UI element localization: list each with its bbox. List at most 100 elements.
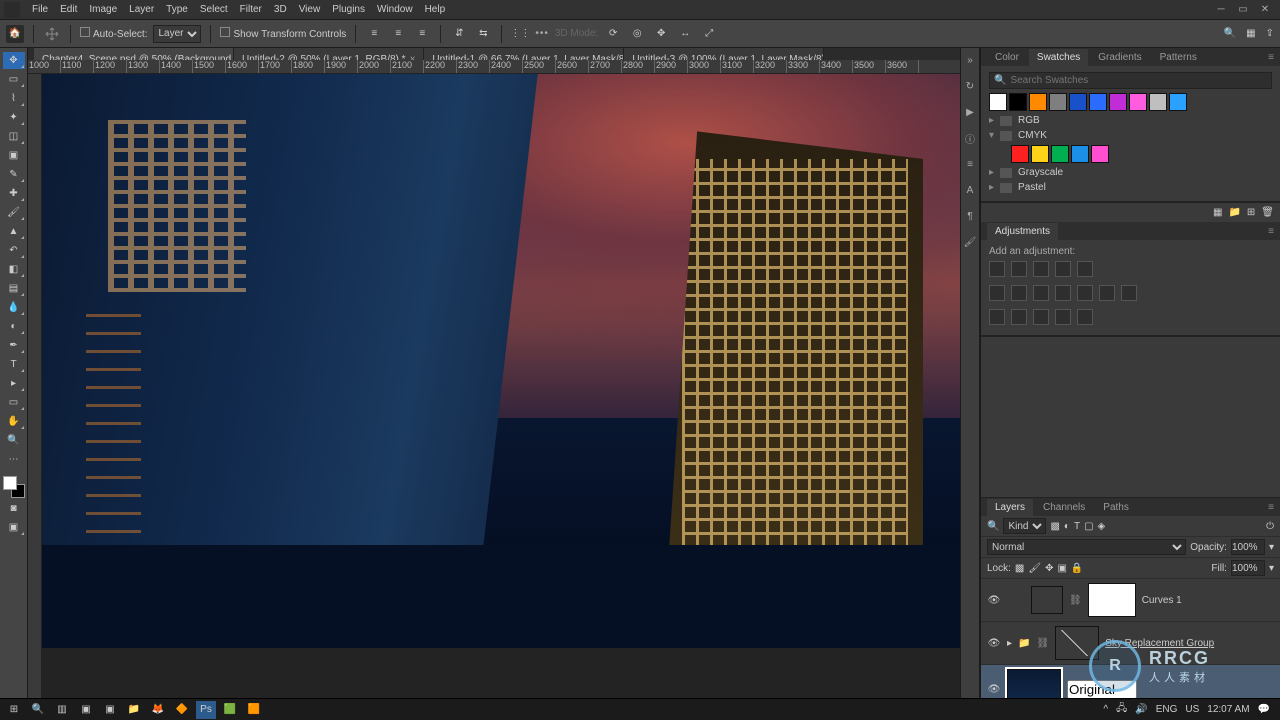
move-tool[interactable]: ✥	[3, 52, 25, 69]
menu-select[interactable]: Select	[194, 2, 234, 17]
menu-filter[interactable]: Filter	[234, 2, 268, 17]
gradient-map-icon[interactable]	[1033, 309, 1049, 325]
quick-mask-toggle[interactable]: ◙	[3, 500, 25, 517]
layer-kind-filter[interactable]: Kind	[1003, 518, 1046, 534]
taskbar-search-icon[interactable]: 🔍	[28, 701, 48, 719]
swatch-folder[interactable]: ▸Pastel	[989, 180, 1272, 195]
heal-tool[interactable]: ✚	[3, 185, 25, 202]
menu-3d[interactable]: 3D	[268, 2, 293, 17]
menu-plugins[interactable]: Plugins	[326, 2, 371, 17]
frame-tool[interactable]: ▣	[3, 147, 25, 164]
tab-gradients[interactable]: Gradients	[1090, 49, 1149, 66]
menu-view[interactable]: View	[293, 2, 327, 17]
pan-3d-icon[interactable]: ✥	[652, 25, 670, 43]
slide-3d-icon[interactable]: ↔	[676, 25, 694, 43]
eraser-tool[interactable]: ◧	[3, 261, 25, 278]
distribute-h-icon[interactable]: ⇵	[450, 25, 468, 43]
menu-layer[interactable]: Layer	[123, 2, 160, 17]
panel-flyout-icon[interactable]: ≡	[1260, 499, 1280, 516]
task-view-icon[interactable]: ▥	[52, 701, 72, 719]
home-button[interactable]: 🏠	[6, 25, 24, 43]
visibility-toggle[interactable]: 👁	[987, 638, 1001, 649]
swatch[interactable]	[1031, 145, 1049, 163]
blur-tool[interactable]: 💧	[3, 299, 25, 316]
history-panel-icon[interactable]: ↻	[962, 78, 978, 94]
filter-smart-icon[interactable]: ◈	[1098, 521, 1106, 532]
gradient-tool[interactable]: ▤	[3, 280, 25, 297]
levels-icon[interactable]	[1011, 261, 1027, 277]
layer-thumb[interactable]	[1007, 669, 1061, 698]
properties-panel-icon[interactable]: ≡	[962, 156, 978, 172]
swatch[interactable]	[1029, 93, 1047, 111]
visibility-toggle[interactable]: 👁	[987, 595, 1001, 606]
screen-mode-toggle[interactable]: ▣	[3, 519, 25, 536]
lock-transparency-icon[interactable]: ▩	[1015, 563, 1024, 574]
layer-item-curves[interactable]: 👁 ⛓ Curves 1	[981, 579, 1280, 622]
tab-layers[interactable]: Layers	[987, 499, 1033, 516]
swatch[interactable]	[1129, 93, 1147, 111]
visibility-toggle[interactable]: 👁	[987, 684, 1001, 695]
search-icon[interactable]: 🔍	[1224, 28, 1236, 39]
taskbar-app-1[interactable]: ▣	[76, 701, 96, 719]
panel-flyout-icon[interactable]: ≡	[1260, 223, 1280, 240]
filter-shape-icon[interactable]: ▢	[1084, 521, 1093, 532]
mask-thumb[interactable]	[1088, 583, 1136, 617]
roll-3d-icon[interactable]: ◎	[628, 25, 646, 43]
tray-network-icon[interactable]: 🖧	[1116, 701, 1127, 718]
marquee-tool[interactable]: ▭	[3, 71, 25, 88]
menu-help[interactable]: Help	[419, 2, 452, 17]
paragraph-panel-icon[interactable]: ¶	[962, 208, 978, 224]
taskbar-app-2[interactable]: ▣	[100, 701, 120, 719]
auto-select-checkbox[interactable]: Auto-Select:	[80, 27, 147, 40]
align-left-icon[interactable]: ≡	[365, 25, 383, 43]
lock-image-icon[interactable]: 🖌	[1028, 563, 1041, 574]
pen-tool[interactable]: ✒	[3, 337, 25, 354]
menu-file[interactable]: File	[26, 2, 54, 17]
filter-adjustment-icon[interactable]: ◐	[1064, 521, 1070, 532]
blend-mode-select[interactable]: Normal	[987, 539, 1186, 555]
swatch[interactable]	[1091, 145, 1109, 163]
exposure-icon[interactable]	[1055, 261, 1071, 277]
panel-flyout-icon[interactable]: ≡	[1260, 49, 1280, 66]
channel-mixer-icon[interactable]	[1077, 285, 1093, 301]
swatch[interactable]	[1011, 145, 1029, 163]
options-overflow-icon[interactable]: •••	[535, 28, 549, 39]
window-close-button[interactable]: ✕	[1254, 2, 1276, 18]
selective-color-icon[interactable]	[1055, 309, 1071, 325]
align-right-icon[interactable]: ≡	[413, 25, 431, 43]
show-transform-checkbox[interactable]: Show Transform Controls	[220, 27, 346, 40]
menu-window[interactable]: Window	[371, 2, 419, 17]
swatch[interactable]	[1069, 93, 1087, 111]
taskbar-app-5[interactable]: 🔶	[172, 701, 192, 719]
align-center-icon[interactable]: ≡	[389, 25, 407, 43]
share-icon[interactable]: ⇪	[1266, 28, 1274, 39]
curves-icon[interactable]	[1033, 261, 1049, 277]
chevron-down-icon[interactable]: ▾	[1269, 542, 1274, 553]
zoom-3d-icon[interactable]: ⤢	[700, 25, 718, 43]
stamp-tool[interactable]: ▲	[3, 223, 25, 240]
delete-swatch-icon[interactable]: 🗑	[1261, 207, 1274, 218]
taskbar-app-8[interactable]: 🟧	[244, 701, 264, 719]
filter-toggle[interactable]: ⏻	[1266, 521, 1274, 532]
swatch[interactable]	[1071, 145, 1089, 163]
chevron-down-icon[interactable]: ▾	[1269, 563, 1274, 574]
new-swatch-folder-icon[interactable]: 📁	[1228, 207, 1240, 218]
zoom-tool[interactable]: 🔍	[3, 432, 25, 449]
swatch[interactable]	[1049, 93, 1067, 111]
menu-image[interactable]: Image	[83, 2, 123, 17]
swatch[interactable]	[989, 93, 1007, 111]
layer-name[interactable]: Curves 1	[1142, 595, 1182, 606]
swatch[interactable]	[1051, 145, 1069, 163]
swatch-folder[interactable]: ▸Grayscale	[989, 165, 1272, 180]
start-button[interactable]: ⊞	[4, 701, 24, 719]
color-lookup-icon[interactable]	[1099, 285, 1115, 301]
shape-tool[interactable]: ▭	[3, 394, 25, 411]
threshold-icon[interactable]	[1011, 309, 1027, 325]
tab-patterns[interactable]: Patterns	[1152, 49, 1205, 66]
type-tool[interactable]: T	[3, 356, 25, 373]
vibrance-icon[interactable]	[1077, 261, 1093, 277]
lasso-tool[interactable]: ⌇	[3, 90, 25, 107]
info-panel-icon[interactable]: ⓘ	[962, 130, 978, 146]
fill-input[interactable]	[1231, 560, 1265, 576]
color-balance-icon[interactable]	[1011, 285, 1027, 301]
